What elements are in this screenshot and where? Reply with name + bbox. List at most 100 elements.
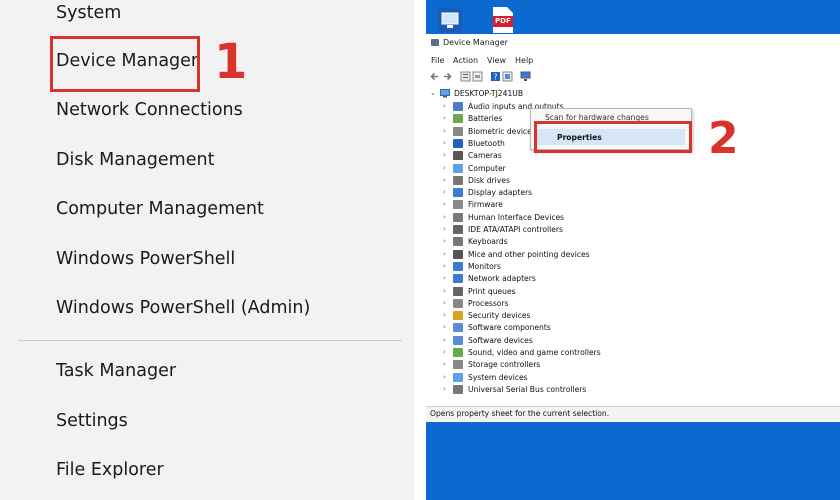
toolbar: ?	[426, 69, 840, 85]
menu-action[interactable]: Action	[453, 56, 478, 65]
menu-file[interactable]: File	[431, 56, 444, 65]
device-category-row[interactable]: › Software devices	[426, 335, 666, 347]
expand-chevron-icon[interactable]: ›	[443, 200, 446, 208]
device-category-label: Keyboards	[468, 237, 508, 247]
device-category-icon	[453, 126, 463, 136]
properties-toolbar-icon[interactable]	[460, 71, 471, 82]
device-category-row[interactable]: › Computer	[426, 163, 666, 175]
device-category-icon	[453, 348, 463, 357]
menu-item-settings[interactable]: Settings	[56, 411, 128, 431]
device-category-icon	[453, 163, 463, 173]
menu-item-disk-management[interactable]: Disk Management	[56, 150, 214, 170]
expand-chevron-icon[interactable]: ›	[443, 262, 446, 270]
back-arrow-icon[interactable]	[429, 71, 440, 82]
menu-item-file-explorer[interactable]: File Explorer	[56, 460, 164, 480]
menu-item-task-manager[interactable]: Task Manager	[56, 361, 176, 381]
expand-chevron-icon[interactable]: ›	[443, 176, 446, 184]
device-category-row[interactable]: › Print queues	[426, 286, 666, 298]
expand-chevron-icon[interactable]: ›	[443, 373, 446, 381]
step-number-2: 2	[708, 113, 739, 164]
device-category-label: Universal Serial Bus controllers	[468, 384, 587, 394]
menu-item-windows-powershell-admin[interactable]: Windows PowerShell (Admin)	[56, 298, 310, 318]
device-category-row[interactable]: › Mice and other pointing devices	[426, 249, 666, 261]
expand-chevron-icon[interactable]: ›	[443, 188, 446, 196]
status-text: Opens property sheet for the current sel…	[430, 409, 610, 418]
device-category-row[interactable]: › Network adapters	[426, 273, 666, 285]
device-category-row[interactable]: › Sound, video and game controllers	[426, 347, 666, 359]
expand-chevron-icon[interactable]: ›	[443, 127, 446, 135]
expand-chevron-icon[interactable]: ›	[443, 336, 446, 344]
device-category-label: Cameras	[468, 151, 502, 161]
device-category-row[interactable]: › Software components	[426, 322, 666, 334]
device-category-row[interactable]: › Display adapters	[426, 187, 666, 199]
device-category-icon	[453, 298, 463, 308]
device-category-row[interactable]: › Storage controllers	[426, 359, 666, 371]
expand-chevron-icon[interactable]: ›	[443, 114, 446, 122]
device-category-label: Monitors	[468, 261, 501, 271]
expand-chevron-icon[interactable]: ›	[443, 164, 446, 172]
expand-chevron-icon[interactable]: ›	[443, 151, 446, 159]
device-category-row[interactable]: › Firmware	[426, 199, 666, 211]
device-category-label: Bluetooth	[468, 138, 505, 148]
device-category-icon	[453, 212, 463, 222]
device-category-row[interactable]: › System devices	[426, 372, 666, 384]
device-category-icon	[453, 323, 463, 333]
expand-chevron-icon[interactable]: ›	[443, 311, 446, 319]
menu-view[interactable]: View	[487, 56, 506, 65]
device-category-icon	[453, 286, 463, 296]
device-category-icon	[453, 225, 463, 234]
tree-root[interactable]: ⌄ DESKTOP-TJ241UB	[426, 88, 626, 100]
list-view-icon[interactable]	[472, 71, 483, 82]
device-manager-window: Device Manager File Action View Help ? ⌄…	[426, 34, 840, 422]
device-category-icon	[453, 102, 463, 111]
expand-chevron-icon[interactable]: ›	[443, 348, 446, 356]
expand-chevron-icon[interactable]: ⌄	[430, 89, 436, 97]
expand-chevron-icon[interactable]: ›	[443, 323, 446, 331]
device-category-row[interactable]: › IDE ATA/ATAPI controllers	[426, 224, 666, 236]
expand-chevron-icon[interactable]: ›	[443, 225, 446, 233]
expand-chevron-icon[interactable]: ›	[443, 274, 446, 282]
device-toolbar-icon[interactable]	[502, 71, 513, 82]
svg-text:?: ?	[493, 73, 497, 82]
device-category-icon	[453, 200, 463, 210]
menu-item-network-connections[interactable]: Network Connections	[56, 100, 243, 120]
expand-chevron-icon[interactable]: ›	[443, 360, 446, 368]
expand-chevron-icon[interactable]: ›	[443, 299, 446, 307]
device-category-icon	[453, 261, 463, 271]
device-category-row[interactable]: › Monitors	[426, 261, 666, 273]
device-category-icon	[453, 249, 463, 259]
menu-item-system[interactable]: System	[56, 3, 121, 23]
device-category-label: Mice and other pointing devices	[468, 249, 590, 259]
device-category-label: Security devices	[468, 311, 531, 321]
help-icon[interactable]: ?	[490, 71, 501, 82]
computer-icon	[440, 89, 450, 98]
device-category-row[interactable]: › Keyboards	[426, 236, 666, 248]
device-category-icon	[453, 114, 463, 124]
expand-chevron-icon[interactable]: ›	[443, 139, 446, 147]
device-category-icon	[453, 384, 463, 394]
menu-item-windows-powershell[interactable]: Windows PowerShell	[56, 249, 235, 269]
pdf-file-icon[interactable]: PDF	[488, 6, 516, 34]
device-category-row[interactable]: › Human Interface Devices	[426, 212, 666, 224]
menu-bar: File Action View Help	[426, 53, 840, 68]
scan-hardware-icon[interactable]	[520, 71, 531, 82]
device-category-label: Network adapters	[468, 274, 536, 284]
forward-arrow-icon[interactable]	[442, 71, 453, 82]
expand-chevron-icon[interactable]: ›	[443, 385, 446, 393]
device-category-row[interactable]: › Processors	[426, 298, 666, 310]
device-category-icon	[453, 274, 463, 284]
device-category-row[interactable]: › Universal Serial Bus controllers	[426, 384, 666, 396]
expand-chevron-icon[interactable]: ›	[443, 102, 446, 110]
menu-item-computer-management[interactable]: Computer Management	[56, 199, 264, 219]
expand-chevron-icon[interactable]: ›	[443, 287, 446, 295]
device-category-label: Disk drives	[468, 175, 510, 185]
monitor-icon[interactable]	[436, 6, 464, 34]
expand-chevron-icon[interactable]: ›	[443, 250, 446, 258]
menu-help[interactable]: Help	[515, 56, 533, 65]
expand-chevron-icon[interactable]: ›	[443, 237, 446, 245]
device-category-row[interactable]: › Security devices	[426, 310, 666, 322]
device-category-row[interactable]: › Disk drives	[426, 175, 666, 187]
device-category-label: Software components	[468, 323, 551, 333]
expand-chevron-icon[interactable]: ›	[443, 213, 446, 221]
device-category-icon	[453, 372, 463, 382]
